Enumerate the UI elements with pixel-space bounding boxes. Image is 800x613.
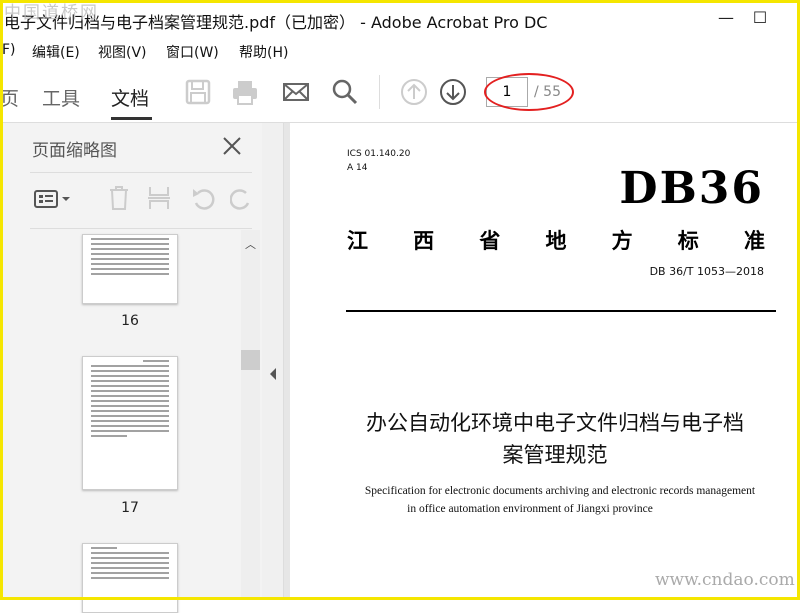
title-cn-line1: 办公自动化环境中电子文件归档与电子档: [366, 411, 744, 435]
ics-code: ICS 01.140.20: [347, 149, 411, 159]
thumbnail-page-17[interactable]: [82, 356, 178, 490]
watermark: 中国道桥网: [4, 3, 99, 23]
tab-tools[interactable]: 工具: [42, 84, 80, 111]
scrollbar[interactable]: ︿: [241, 230, 260, 600]
delete-icon[interactable]: [106, 185, 132, 211]
standard-type: 江西省地方标准: [347, 225, 765, 255]
search-icon[interactable]: [331, 78, 359, 106]
char: 标: [677, 229, 699, 253]
title-cn-line2: 案管理规范: [502, 443, 608, 467]
pdf-page: ICS 01.140.20 A 14 DB36 江 西 省 地 方 标 准 DB 36/T …: [290, 123, 800, 600]
watermark: www.cndao.com: [655, 570, 795, 590]
menu-window[interactable]: 窗口(W): [166, 42, 219, 62]
panel-splitter[interactable]: [262, 123, 284, 600]
highlight-circle: [484, 73, 574, 111]
menu-edit[interactable]: 编辑(E): [32, 42, 80, 62]
char: 西: [413, 229, 435, 253]
tab-home[interactable]: 页: [0, 84, 19, 111]
standard-code: DB36: [619, 163, 764, 214]
thumbnail-page-16[interactable]: [82, 234, 178, 304]
char: 方: [611, 229, 633, 253]
thumbnail-label: 16: [121, 313, 139, 329]
title-en-line2: in office automation environment of Jian…: [407, 503, 653, 515]
rotate-left-icon[interactable]: [190, 185, 216, 211]
title-bar: 电子文件归档与电子档案管理规范.pdf（已加密） - Adobe Acrobat…: [0, 0, 800, 38]
save-icon[interactable]: [184, 78, 212, 106]
char: 地: [545, 229, 567, 253]
next-page-icon[interactable]: [439, 78, 467, 106]
rotate-right-icon[interactable]: [230, 185, 254, 211]
menu-help[interactable]: 帮助(H): [239, 42, 288, 62]
divider: [30, 172, 252, 173]
collapse-panel-icon[interactable]: [270, 368, 276, 380]
char: 江: [347, 229, 368, 253]
class-code: A 14: [347, 163, 368, 173]
standard-number: DB 36/T 1053—2018: [649, 265, 764, 278]
title-en-line1: Specification for electronic documents a…: [364, 485, 756, 497]
menu-file[interactable]: F): [2, 42, 16, 58]
close-icon[interactable]: [222, 136, 242, 156]
rule: [346, 310, 776, 312]
toolbar-divider: [379, 75, 380, 109]
char: 准: [743, 229, 765, 253]
extract-page-icon[interactable]: [146, 185, 172, 211]
minimize-button[interactable]: —: [714, 6, 738, 30]
scrollbar-thumb[interactable]: [241, 350, 260, 370]
maximize-button[interactable]: ☐: [748, 6, 772, 30]
active-tab-indicator: [111, 117, 152, 120]
previous-page-icon[interactable]: [400, 78, 428, 106]
thumbnail-label: 17: [121, 500, 139, 516]
divider: [30, 228, 252, 229]
menu-view[interactable]: 视图(V): [98, 42, 147, 62]
email-icon[interactable]: [282, 78, 310, 106]
print-icon[interactable]: [231, 78, 259, 106]
tab-document[interactable]: 文档: [111, 84, 149, 111]
char: 省: [479, 229, 501, 253]
options-menu-icon[interactable]: [34, 189, 74, 209]
scroll-up-icon[interactable]: ︿: [245, 236, 256, 252]
thumbnail-page-18[interactable]: [82, 543, 178, 613]
panel-title: 页面缩略图: [32, 141, 117, 161]
